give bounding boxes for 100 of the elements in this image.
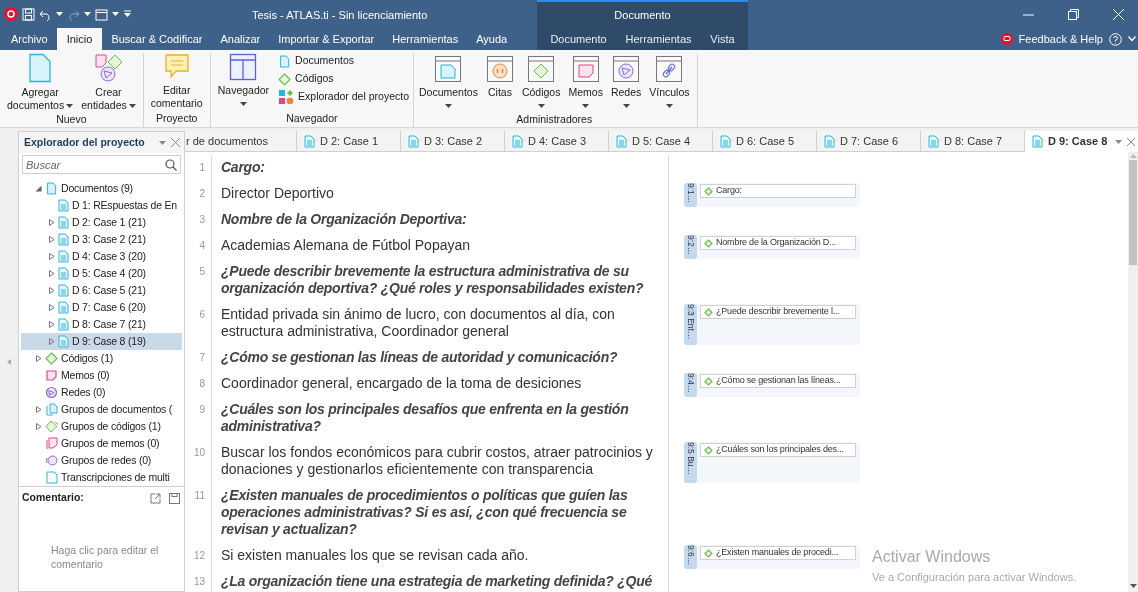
tree-item[interactable]: D 7: Case 6 (20) <box>21 299 182 316</box>
feedback-icon[interactable] <box>1000 33 1013 45</box>
ribbon-button[interactable]: Agregar documentos <box>4 53 77 112</box>
menu-tab[interactable]: Importar & Exportar <box>271 28 382 50</box>
quotation-card[interactable]: 9:3 Ent… ¿Puede describir brevemente l... <box>684 304 860 345</box>
document-icon <box>58 233 69 246</box>
tree-item[interactable]: Grupos de memos (0) <box>21 435 182 452</box>
menu-tab[interactable]: Analizar <box>213 28 268 50</box>
ribbon-small-button[interactable]: Códigos <box>278 71 409 87</box>
scroll-down-icon[interactable] <box>1129 584 1137 588</box>
quotation-label[interactable]: 9:6… <box>684 545 697 569</box>
menu-tab[interactable]: Archivo <box>4 28 55 50</box>
network-group-icon <box>45 454 58 467</box>
code-tag[interactable]: ¿Cómo se gestionan las líneas... <box>700 374 856 388</box>
collapsed-triangle-icon[interactable] <box>48 219 55 226</box>
menu-tab[interactable]: Herramientas <box>618 28 699 50</box>
comment-placeholder[interactable]: Haga clic para editar el comentario <box>51 543 164 571</box>
ribbon-button[interactable]: Vínculos <box>646 53 693 112</box>
ribbon-button[interactable]: Navegador <box>214 53 273 110</box>
tree-item[interactable]: D 5: Case 4 (20) <box>21 265 182 282</box>
tree-item[interactable]: Grupos de redes (0) <box>21 452 182 469</box>
customize-caret-icon[interactable] <box>123 10 132 18</box>
quotation-label[interactable]: 9:5 Bu… <box>684 442 697 483</box>
tree-item[interactable]: Grupos de documentos ( <box>21 401 182 418</box>
scrollbar-thumb[interactable] <box>1129 160 1137 265</box>
document-icon <box>304 135 315 148</box>
help-icon[interactable] <box>1109 32 1122 46</box>
quotation-label[interactable]: 9:2… <box>684 235 697 259</box>
question-text: ¿La organización tiene una estrategia de marketing definida? ¿Qué <box>221 573 654 590</box>
quotation-label[interactable]: 9:1… <box>684 183 697 207</box>
tree-item[interactable]: Transcripciones de multi <box>21 469 182 486</box>
close-icon[interactable] <box>171 138 180 147</box>
tree-item[interactable]: D 8: Case 7 (21) <box>21 316 182 333</box>
collapsed-triangle-icon[interactable] <box>35 355 42 362</box>
code-tag[interactable]: Nombre de la Organización D... <box>700 236 856 250</box>
window-icon[interactable] <box>95 7 108 21</box>
code-tag[interactable]: ¿Existen manuales de procedi... <box>700 546 856 560</box>
caret-icon[interactable] <box>159 140 166 145</box>
code-tag[interactable]: ¿Cuáles son los principales des... <box>700 443 856 457</box>
ribbon-button[interactable]: Documentos <box>416 53 481 112</box>
collapsed-triangle-icon[interactable] <box>48 270 55 277</box>
caret-icon[interactable] <box>1115 139 1123 144</box>
collapsed-triangle-icon[interactable] <box>48 287 55 294</box>
collapsed-triangle-icon[interactable] <box>35 423 42 430</box>
tree-item[interactable]: D 9: Case 8 (19) <box>21 333 182 350</box>
ribbon-button[interactable]: Citas <box>482 53 517 99</box>
menu-tab[interactable]: Buscar & Codificar <box>104 28 210 50</box>
collapsed-triangle-icon[interactable] <box>48 253 55 260</box>
diamond-icon <box>704 307 713 317</box>
expanded-triangle-icon[interactable] <box>35 185 42 192</box>
ribbon-button[interactable]: Códigos <box>518 53 564 112</box>
tree-item[interactable]: D 4: Case 3 (20) <box>21 248 182 265</box>
scrollbar-track[interactable] <box>1128 152 1138 592</box>
collapsed-triangle-icon[interactable] <box>48 236 55 243</box>
quotation-label[interactable]: 9:4… <box>684 373 697 397</box>
tree-item[interactable]: Grupos de códigos (1) <box>21 418 182 435</box>
tree-item[interactable]: Redes (0) <box>21 384 182 401</box>
question-text: Nombre de la Organización Deportiva: <box>221 211 468 228</box>
quotation-card[interactable]: 9:1… Cargo: <box>684 183 860 207</box>
quotation-card[interactable]: 9:4… ¿Cómo se gestionan las líneas... <box>684 373 860 397</box>
ribbon-button[interactable]: Editar comentario <box>147 53 206 110</box>
collapsed-triangle-icon[interactable] <box>48 304 55 311</box>
ribbon-button[interactable]: Redes <box>607 53 645 112</box>
quotation-card[interactable]: 9:2… Nombre de la Organización D... <box>684 235 860 259</box>
menu-tab[interactable]: Vista <box>703 28 742 50</box>
menu-tab[interactable]: Herramientas <box>385 28 466 50</box>
collapsed-triangle-icon[interactable] <box>48 338 55 345</box>
quotation-label[interactable]: 9:3 Ent… <box>684 304 697 345</box>
tree-item[interactable]: D 2: Case 1 (21) <box>21 214 182 231</box>
save-icon[interactable] <box>169 492 180 504</box>
collapsed-triangle-icon[interactable] <box>48 321 55 328</box>
code-tag[interactable]: Cargo: <box>700 184 856 198</box>
document-tab[interactable]: D 9: Case 8 <box>1025 131 1138 152</box>
ribbon-small-button[interactable]: Explorador del proyecto <box>278 89 409 105</box>
tree-item[interactable]: D 1: REspuestas de En <box>21 197 182 214</box>
quotation-card[interactable]: 9:5 Bu… ¿Cuáles son los principales des... <box>684 442 860 483</box>
search-icon[interactable] <box>165 159 177 171</box>
ribbon-small-button[interactable]: Documentos <box>278 53 409 69</box>
menu-tab[interactable]: Documento <box>543 28 614 50</box>
activation-title: Activar Windows <box>872 547 992 567</box>
ribbon-button[interactable]: Crear entidades <box>78 53 139 112</box>
tree-item[interactable]: D 3: Case 2 (21) <box>21 231 182 248</box>
search-field[interactable]: Buscar <box>22 155 181 174</box>
tree-item[interactable]: Códigos (1) <box>21 350 182 367</box>
chevron-down-icon[interactable] <box>1128 36 1136 42</box>
external-link-icon[interactable] <box>150 492 161 504</box>
close-icon[interactable] <box>1127 137 1136 146</box>
collapsed-triangle-icon[interactable] <box>35 406 42 413</box>
menu-tab[interactable]: Inicio <box>56 28 103 50</box>
answer-text: Entidad privada sin ánimo de lucro, con documentos al día, con estructura administrativa, Coordinador general <box>221 306 616 340</box>
restore-icon[interactable] <box>1068 8 1079 20</box>
quotation-card[interactable]: 9:6… ¿Existen manuales de procedi... <box>684 545 860 569</box>
tree-item[interactable]: D 6: Case 5 (21) <box>21 282 182 299</box>
tree-item[interactable]: Documentos (9) <box>21 180 182 197</box>
code-tag[interactable]: ¿Puede describir brevemente l... <box>700 305 856 319</box>
ribbon-button[interactable]: Memos <box>565 53 606 112</box>
question-text: ¿Cuáles son los principales desafíos que enfrenta en la gestión administrativa? <box>221 401 630 435</box>
menu-tab[interactable]: Ayuda <box>469 28 515 50</box>
feedback-help-link[interactable]: Feedback & Help <box>1018 30 1103 48</box>
tree-item[interactable]: Memos (0) <box>21 367 182 384</box>
